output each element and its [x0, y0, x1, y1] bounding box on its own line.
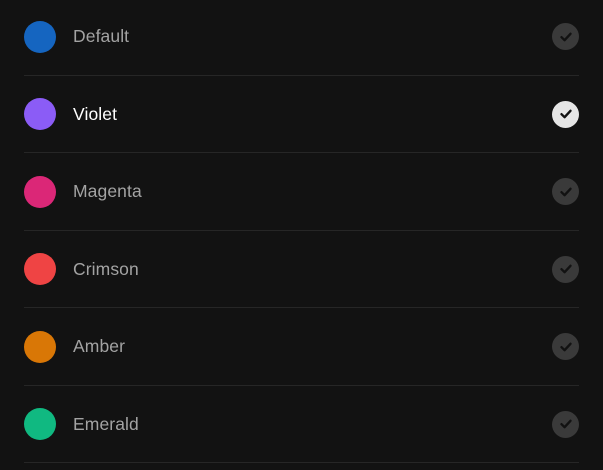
color-swatch: [24, 175, 56, 208]
color-swatch: [24, 330, 56, 363]
color-swatch: [24, 253, 56, 286]
color-option-crimson[interactable]: Crimson: [0, 231, 603, 309]
color-option-label: Magenta: [73, 181, 142, 202]
check-icon: [552, 178, 579, 206]
color-swatch: [24, 98, 56, 131]
color-option-label: Default: [73, 26, 130, 47]
check-icon: [552, 100, 579, 128]
check-icon: [552, 255, 579, 283]
color-option-label: Violet: [73, 103, 118, 124]
color-swatch: [24, 20, 56, 53]
color-option-label: Amber: [73, 336, 126, 357]
check-icon: [552, 23, 579, 51]
color-option-violet[interactable]: Violet: [0, 76, 603, 154]
check-icon: [552, 333, 579, 361]
color-option-magenta[interactable]: Magenta: [0, 153, 603, 231]
color-swatch: [24, 408, 56, 441]
color-option-list: Default Violet Magenta Crimson Amber Eme…: [0, 0, 603, 470]
color-option-label: Crimson: [73, 258, 139, 279]
color-option-default[interactable]: Default: [0, 0, 603, 76]
color-option-amber[interactable]: Amber: [0, 308, 603, 386]
check-icon: [552, 410, 579, 438]
color-option-label: Emerald: [73, 413, 139, 434]
color-option-emerald[interactable]: Emerald: [0, 386, 603, 464]
